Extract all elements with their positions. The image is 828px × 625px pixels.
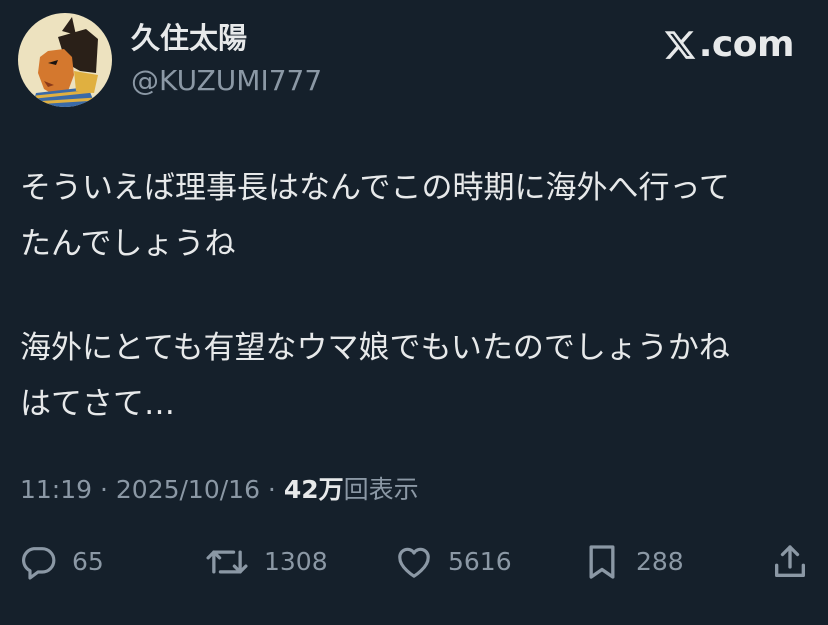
- tweet-text: そういえば理事長はなんでこの時期に海外へ行って たんでしょうね 海外にとても有望…: [20, 160, 810, 432]
- tweet-line: 海外にとても有望なウマ娘でもいたのでしょうかね: [20, 330, 730, 366]
- meta-separator: ·: [92, 475, 116, 504]
- tweet-meta: 11:19 · 2025/10/16 · 42万回表示: [20, 472, 419, 508]
- share-icon: [775, 545, 805, 577]
- bookmark-button[interactable]: 288: [582, 538, 684, 586]
- tweet-line: はてさて…: [20, 386, 175, 422]
- tweet-date[interactable]: 2025/10/16: [116, 475, 260, 504]
- bookmark-icon: [589, 545, 615, 579]
- heart-icon: [398, 547, 430, 578]
- x-logo-icon: [664, 31, 696, 59]
- tweet-line: たんでしょうね: [20, 226, 236, 262]
- author-display-name[interactable]: 久住太陽: [131, 20, 247, 56]
- x-com-brand: .com: [663, 24, 795, 66]
- retweet-count: 1308: [264, 547, 328, 576]
- author-handle[interactable]: @KUZUMI777: [131, 64, 322, 98]
- views-count: 42万: [283, 475, 344, 504]
- bookmark-count: 288: [636, 547, 684, 576]
- author-avatar[interactable]: [18, 13, 112, 107]
- share-button[interactable]: [770, 538, 810, 586]
- like-button[interactable]: 5616: [394, 538, 512, 586]
- reply-icon: [22, 547, 56, 580]
- retweet-icon: [206, 550, 248, 574]
- tweet-actions: 65 1308 5616 288: [18, 538, 818, 586]
- retweet-button[interactable]: 1308: [204, 538, 328, 586]
- like-count: 5616: [448, 547, 512, 576]
- reply-count: 65: [72, 547, 104, 576]
- reply-button[interactable]: 65: [18, 538, 104, 586]
- egyptian-figure-avatar-icon: [18, 13, 112, 107]
- tweet-time[interactable]: 11:19: [20, 475, 92, 504]
- tweet-line: そういえば理事長はなんでこの時期に海外へ行って: [20, 170, 730, 206]
- views-label: 回表示: [343, 475, 419, 504]
- brand-domain-text: .com: [698, 24, 795, 65]
- meta-separator: ·: [259, 475, 284, 504]
